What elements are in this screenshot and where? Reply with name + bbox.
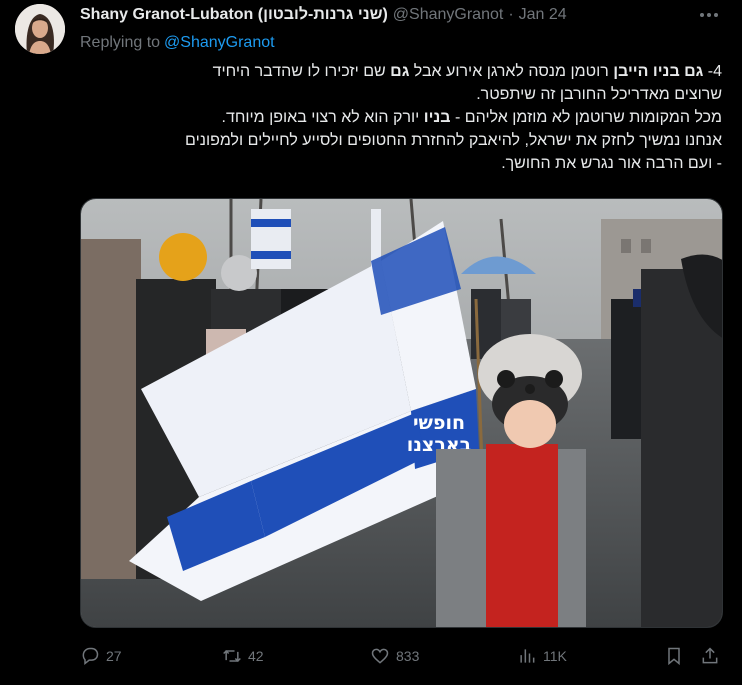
tweet-photo[interactable]: חופשי בארצנו bbox=[80, 198, 723, 628]
reply-button[interactable]: 27 bbox=[80, 646, 122, 666]
tweet-line-5: - ועם הרבה אור נגרש את החושך. bbox=[501, 155, 722, 172]
tweet-actions: 27 42 833 11K bbox=[80, 642, 728, 670]
flag-text-1: חופשי bbox=[413, 412, 465, 434]
replying-prefix: Replying to bbox=[80, 34, 161, 51]
tweet-line-4: אנחנו נמשיך לחזק את ישראל, להיאבק להחזרת… bbox=[185, 132, 722, 149]
tweet-line-3: מכל המקומות שרוטמן לא מוזמן אליהם - בניו… bbox=[80, 106, 723, 129]
tweet-line-1-end: שם יזכירו לו שהדבר היחיד bbox=[212, 63, 391, 80]
replying-mention-link[interactable]: @ShanyGranot bbox=[164, 34, 275, 51]
author-avatar[interactable] bbox=[15, 4, 65, 54]
analytics-icon bbox=[520, 649, 535, 663]
tweet-line-3-end: יורק הוא לא רצוי באופן מיוחד. bbox=[221, 109, 424, 126]
like-count: 833 bbox=[396, 648, 420, 664]
tweet-line-3-start: מכל המקומות שרוטמן לא מוזמן אליהם - bbox=[450, 109, 722, 126]
heart-icon bbox=[371, 648, 389, 664]
author-handle[interactable]: @ShanyGranot bbox=[393, 6, 504, 24]
tweet-line-1-mid: רוטמן מנסה לארגן אירוע אבל bbox=[409, 63, 614, 80]
tweet-line-3-bold: בניו bbox=[423, 109, 451, 126]
share-icon bbox=[702, 647, 718, 664]
bookmark-button[interactable] bbox=[664, 646, 684, 666]
tweet-header: Shany Granot-Lubaton (שני גרנות-לובטון) … bbox=[80, 6, 726, 24]
tweet-line-1-prefix: 4- bbox=[703, 63, 722, 80]
tweet-text: 4- גם בניו הייבן רוטמן מנסה לארגן אירוע … bbox=[80, 60, 722, 175]
repost-icon bbox=[223, 649, 241, 663]
bookmark-icon bbox=[668, 647, 680, 666]
tweet-line-1: 4- גם בניו הייבן רוטמן מנסה לארגן אירוע … bbox=[80, 60, 722, 83]
view-count: 11K bbox=[543, 648, 567, 664]
tweet-line-2: שרוצים מאדריכל החורבן זה שיתפטר. bbox=[476, 86, 722, 103]
share-button[interactable] bbox=[700, 646, 720, 666]
reply-count: 27 bbox=[106, 648, 122, 664]
repost-button[interactable]: 42 bbox=[222, 646, 264, 666]
replying-to: Replying to @ShanyGranot bbox=[80, 34, 275, 52]
more-options-icon[interactable] bbox=[696, 4, 722, 26]
repost-count: 42 bbox=[248, 648, 264, 664]
tweet-date[interactable]: Jan 24 bbox=[519, 6, 567, 24]
separator-dot: · bbox=[508, 6, 514, 23]
views-button[interactable]: 11K bbox=[517, 646, 567, 666]
tweet-line-1-bold-2: גם bbox=[390, 63, 410, 80]
reply-icon bbox=[82, 647, 99, 666]
tweet-line-1-bold-1: גם בניו הייבן bbox=[613, 63, 704, 80]
author-display-name[interactable]: Shany Granot-Lubaton (שני גרנות-לובטון) bbox=[80, 6, 388, 24]
like-button[interactable]: 833 bbox=[370, 646, 419, 666]
